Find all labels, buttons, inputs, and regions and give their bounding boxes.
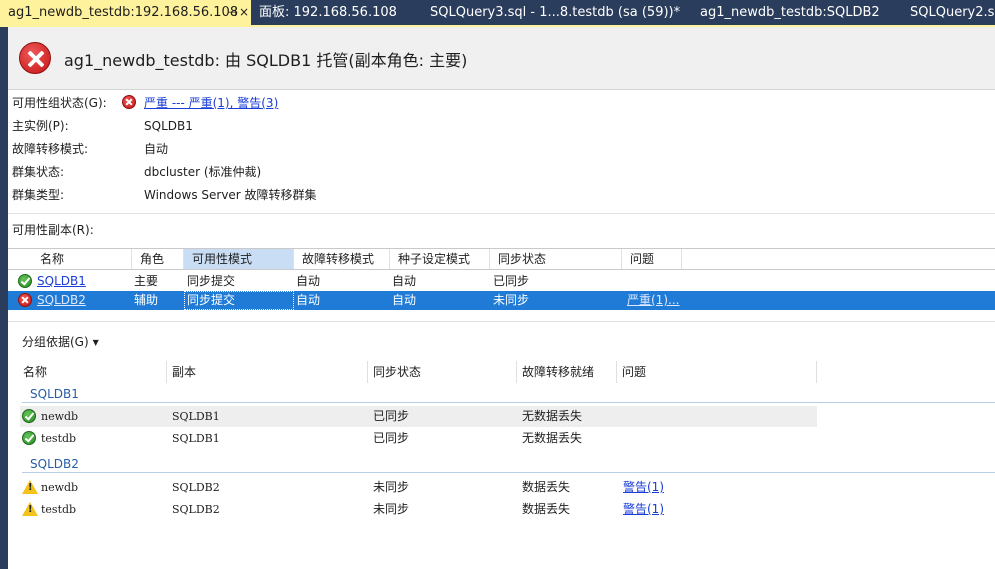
database-failover-ready: 数据丢失 [522, 502, 571, 516]
replica-seeding-mode: 自动 [392, 293, 417, 307]
primary-instance-label: 主实例(P): [12, 119, 69, 133]
group-divider [22, 402, 995, 403]
error-icon [122, 95, 136, 109]
ag-state-label: 可用性组状态(G): [12, 96, 107, 110]
tab-sqlquery3[interactable]: SQLQuery3.sql - 1...8.testdb (sa (59))* [430, 0, 680, 25]
database-sync-state: 未同步 [373, 502, 410, 516]
healthy-icon [22, 409, 36, 423]
column-header-availability-mode[interactable]: 可用性模式 [184, 249, 294, 269]
column-header-sync-state[interactable]: 同步状态 [490, 249, 622, 269]
tab-dashboard-192-168-56-108[interactable]: 面板: 192.168.56.108 [259, 0, 409, 25]
database-failover-ready: 无数据丢失 [522, 431, 583, 445]
database-name: testdb [41, 432, 77, 445]
warning-icon: ! [22, 480, 38, 494]
dashboard-header: ag1_newdb_testdb: 由 SQLDB1 托管(副本角色: 主要) [8, 27, 995, 90]
replica-failover-mode: 自动 [296, 293, 321, 307]
cluster-type-label: 群集类型: [12, 188, 65, 202]
database-row[interactable]: testdb SQLDB1 已同步 无数据丢失 [20, 428, 817, 449]
warning-icon: ! [22, 502, 38, 516]
column-header-failover-ready[interactable]: 故障转移就绪 [522, 361, 617, 383]
replica-name-link[interactable]: SQLDB1 [37, 272, 86, 291]
document-tab-strip: ag1_newdb_testdb:192.168.56.108 ⊣ × 面板: … [0, 0, 995, 25]
healthy-icon [18, 274, 32, 288]
tab-label: SQLQuery2.sql [910, 5, 995, 20]
database-sync-state: 已同步 [373, 431, 410, 445]
column-header-seeding-mode[interactable]: 种子设定模式 [390, 249, 490, 269]
database-failover-ready: 数据丢失 [522, 480, 571, 494]
window-left-edge [0, 27, 8, 569]
pin-icon[interactable]: ⊣ [227, 0, 237, 25]
database-failover-ready: 无数据丢失 [522, 409, 583, 423]
column-header-db-name[interactable]: 名称 [23, 361, 167, 383]
database-issue-link[interactable]: 警告(1) [623, 499, 664, 520]
database-replica: SQLDB1 [172, 410, 220, 423]
replica-role: 辅助 [134, 293, 159, 307]
failover-mode-value: 自动 [144, 142, 169, 156]
section-divider [8, 213, 995, 214]
cluster-type-value: Windows Server 故障转移群集 [144, 188, 317, 202]
column-header-failover-mode[interactable]: 故障转移模式 [294, 249, 390, 269]
primary-instance-value: SQLDB1 [144, 119, 193, 133]
replica-sync-state: 未同步 [493, 293, 530, 307]
healthy-icon [22, 431, 36, 445]
column-header-replica[interactable]: 副本 [172, 361, 368, 383]
cluster-state-value: dbcluster (标准仲裁) [144, 165, 262, 179]
replicas-section-label: 可用性副本(R): [12, 223, 94, 237]
column-header-db-sync-state[interactable]: 同步状态 [373, 361, 517, 383]
failover-mode-label: 故障转移模式: [12, 142, 89, 156]
replica-failover-mode: 自动 [296, 274, 321, 288]
database-sync-state: 未同步 [373, 480, 410, 494]
database-row[interactable]: ! newdb SQLDB2 未同步 数据丢失 警告(1) [20, 477, 817, 498]
column-header-issues[interactable]: 问题 [622, 249, 682, 269]
tab-label: SQLQuery3.sql - 1...8.testdb (sa (59))* [430, 5, 680, 20]
tab-sqlquery2[interactable]: SQLQuery2.sql [910, 0, 995, 25]
tab-ag1-newdb-testdb-dashboard[interactable]: ag1_newdb_testdb:192.168.56.108 ⊣ × [0, 0, 251, 25]
page-title: ag1_newdb_testdb: 由 SQLDB1 托管(副本角色: 主要) [64, 51, 468, 70]
replica-role: 主要 [134, 274, 159, 288]
group-by-label: 分组依据(G) [22, 335, 89, 349]
dropdown-arrow-icon: ▼ [92, 338, 99, 347]
replica-row[interactable]: SQLDB1 主要 同步提交 自动 自动 已同步 [8, 272, 995, 291]
column-header-name[interactable]: 名称 [8, 249, 132, 269]
critical-error-icon [19, 42, 51, 74]
replica-row-selected[interactable]: SQLDB2 辅助 同步提交 自动 自动 未同步 严重(1)... [8, 291, 995, 310]
ag-state-link[interactable]: 严重 --- 严重(1), 警告(3) [144, 94, 278, 112]
database-replica: SQLDB1 [172, 432, 220, 445]
database-row[interactable]: ! testdb SQLDB2 未同步 数据丢失 警告(1) [20, 499, 817, 520]
group-by-dropdown[interactable]: 分组依据(G) ▼ [22, 333, 99, 350]
replicas-grid-header: 名称 角色 可用性模式 故障转移模式 种子设定模式 同步状态 问题 [8, 248, 995, 270]
replica-availability-mode[interactable]: 同步提交 [184, 291, 294, 310]
replica-issue-link[interactable]: 严重(1)... [627, 291, 679, 310]
database-sync-state: 已同步 [373, 409, 410, 423]
database-name: testdb [41, 503, 77, 516]
database-name: newdb [41, 410, 79, 423]
tab-label: 面板: 192.168.56.108 [259, 5, 397, 20]
replica-seeding-mode: 自动 [392, 274, 417, 288]
tab-label: ag1_newdb_testdb:192.168.56.108 [8, 5, 239, 20]
group-divider [22, 472, 995, 473]
database-issue-link[interactable]: 警告(1) [623, 477, 664, 498]
replica-name-link[interactable]: SQLDB2 [37, 291, 86, 310]
column-header-role[interactable]: 角色 [132, 249, 184, 269]
group-header-sqldb1[interactable]: SQLDB1 [30, 387, 79, 401]
tab-ag1-newdb-testdb-sqldb2[interactable]: ag1_newdb_testdb:SQLDB2 [700, 0, 890, 25]
database-replica: SQLDB2 [172, 503, 220, 516]
database-row[interactable]: newdb SQLDB1 已同步 无数据丢失 [20, 406, 817, 427]
cluster-state-label: 群集状态: [12, 165, 65, 179]
replica-availability-mode: 同步提交 [187, 274, 236, 288]
close-icon[interactable]: × [239, 0, 249, 25]
database-name: newdb [41, 481, 79, 494]
database-replica: SQLDB2 [172, 481, 220, 494]
tab-label: ag1_newdb_testdb:SQLDB2 [700, 5, 880, 20]
replica-sync-state: 已同步 [493, 274, 530, 288]
section-divider [8, 321, 995, 322]
error-icon [18, 293, 32, 307]
column-header-db-issues[interactable]: 问题 [622, 361, 817, 383]
group-header-sqldb2[interactable]: SQLDB2 [30, 457, 79, 471]
